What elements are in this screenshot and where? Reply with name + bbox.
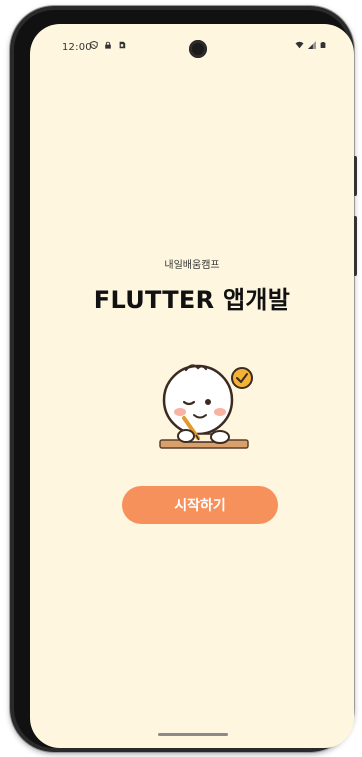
child-writing-illustration: [159, 364, 253, 449]
home-indicator[interactable]: [158, 733, 228, 736]
bootcamp-name: 내일배움캠프: [164, 260, 220, 271]
start-page: 내일배움캠프 FLUTTER 앱개발 시작하기: [30, 24, 354, 748]
app-screen: 12:00 내일배움캠프 FLUTTER 앱개발 시작하기: [30, 24, 354, 748]
page-title: FLUTTER 앱개발: [93, 286, 291, 314]
phone-frame: 12:00 내일배움캠프 FLUTTER 앱개발 시작하기: [10, 6, 357, 752]
start-button[interactable]: 시작하기: [122, 486, 278, 524]
